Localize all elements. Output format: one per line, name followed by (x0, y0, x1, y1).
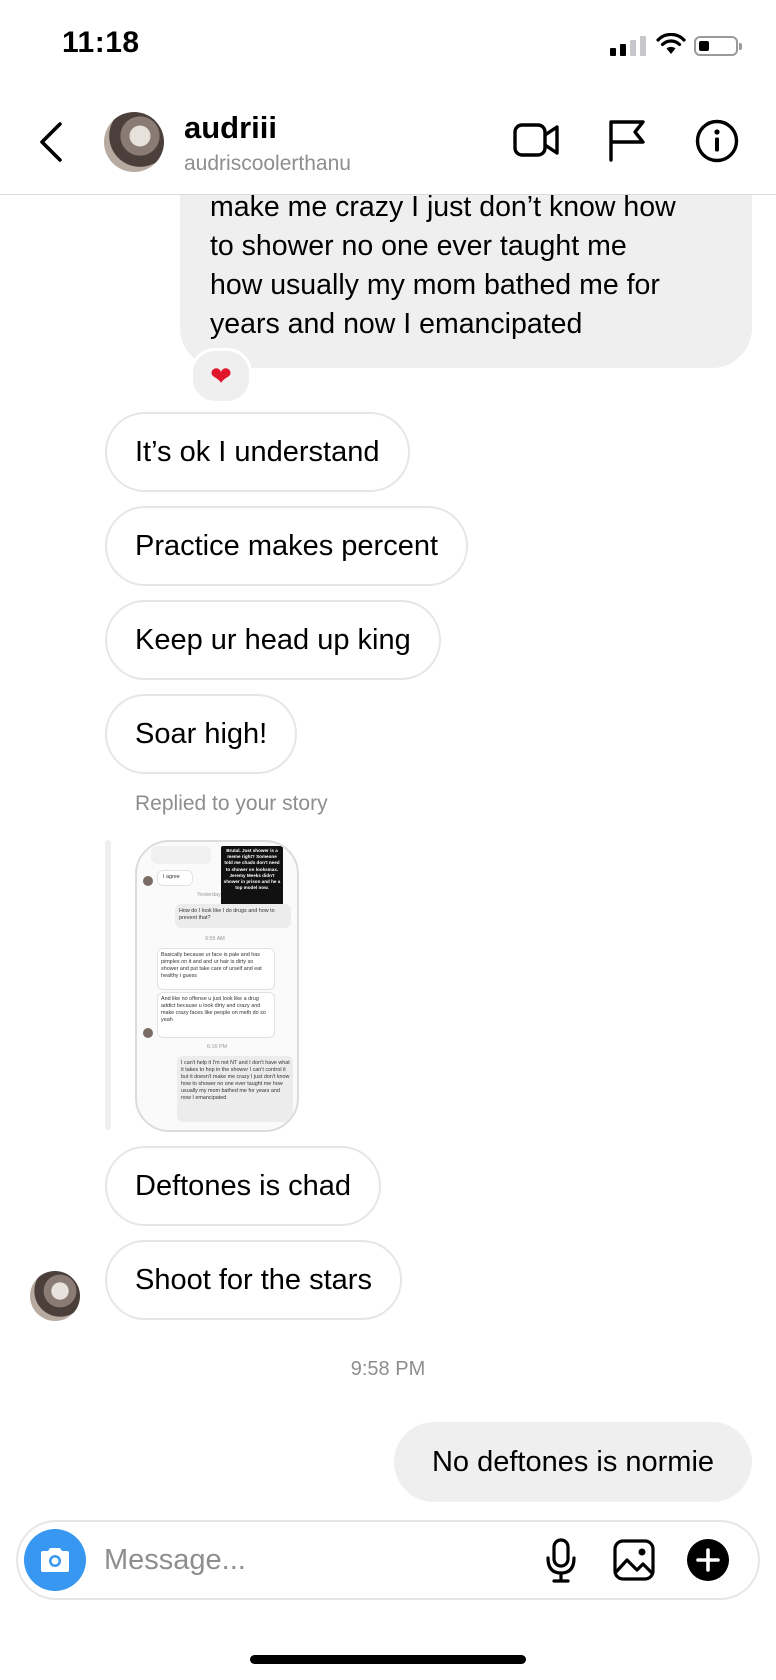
flag-icon[interactable] (606, 118, 648, 167)
story-msg: I agree (163, 874, 180, 880)
message-input[interactable] (104, 1540, 504, 1580)
story-reply-bar (105, 840, 111, 1130)
incoming-message[interactable]: Shoot for the stars (105, 1240, 402, 1320)
incoming-message[interactable]: Practice makes percent (105, 506, 469, 586)
story-msg: And like no offense u just look like a d… (161, 996, 266, 1023)
info-icon[interactable] (694, 118, 740, 169)
camera-icon (41, 1548, 69, 1572)
incoming-message[interactable]: Keep ur head up king (105, 600, 441, 680)
chat-handle: audriscoolerthanu (184, 152, 351, 175)
chat-username[interactable]: audriii (184, 110, 277, 146)
plus-icon[interactable] (686, 1538, 730, 1587)
message-timestamp: 9:58 PM (350, 1358, 426, 1380)
story-time: Yesterday (197, 892, 221, 898)
outgoing-message[interactable]: No deftones is normie (394, 1422, 752, 1502)
incoming-message[interactable]: It’s ok I understand (105, 412, 410, 492)
message-line: how usually my mom bathed me for (210, 269, 660, 301)
home-indicator (250, 1655, 526, 1664)
sender-avatar[interactable] (30, 1271, 80, 1321)
story-overlay-text: Brutal. Just shower is a meme right? Som… (223, 848, 281, 891)
status-time: 11:18 (62, 26, 140, 59)
story-msg: Basically because ur face is pale and ha… (161, 952, 262, 979)
camera-button[interactable] (24, 1529, 86, 1591)
gallery-icon[interactable] (612, 1538, 656, 1587)
incoming-message[interactable]: Deftones is chad (105, 1146, 382, 1226)
battery-icon (694, 36, 742, 56)
heart-reaction[interactable]: ❤ (190, 348, 252, 404)
message-line: years and now I emancipated (210, 308, 583, 340)
back-chevron-icon[interactable] (36, 120, 66, 169)
avatar[interactable] (104, 112, 164, 172)
heart-icon: ❤ (210, 360, 232, 391)
message-line: to shower no one ever taught me (210, 230, 627, 262)
incoming-message[interactable]: Soar high! (105, 694, 298, 774)
story-msg: I can't help it I'm not NT and I don't h… (181, 1060, 290, 1101)
signal-icon (610, 36, 646, 56)
story-reply-label: Replied to your story (135, 792, 328, 815)
story-time: 6:16 PM (207, 1044, 228, 1050)
wifi-icon (656, 32, 686, 60)
video-call-icon[interactable] (512, 118, 560, 167)
story-time: 9:55 AM (205, 936, 225, 942)
microphone-icon[interactable] (544, 1538, 578, 1589)
story-thumbnail[interactable]: Brutal. Just shower is a meme right? Som… (135, 840, 299, 1132)
story-msg: How do I look like I do drugs and how to… (179, 908, 275, 921)
